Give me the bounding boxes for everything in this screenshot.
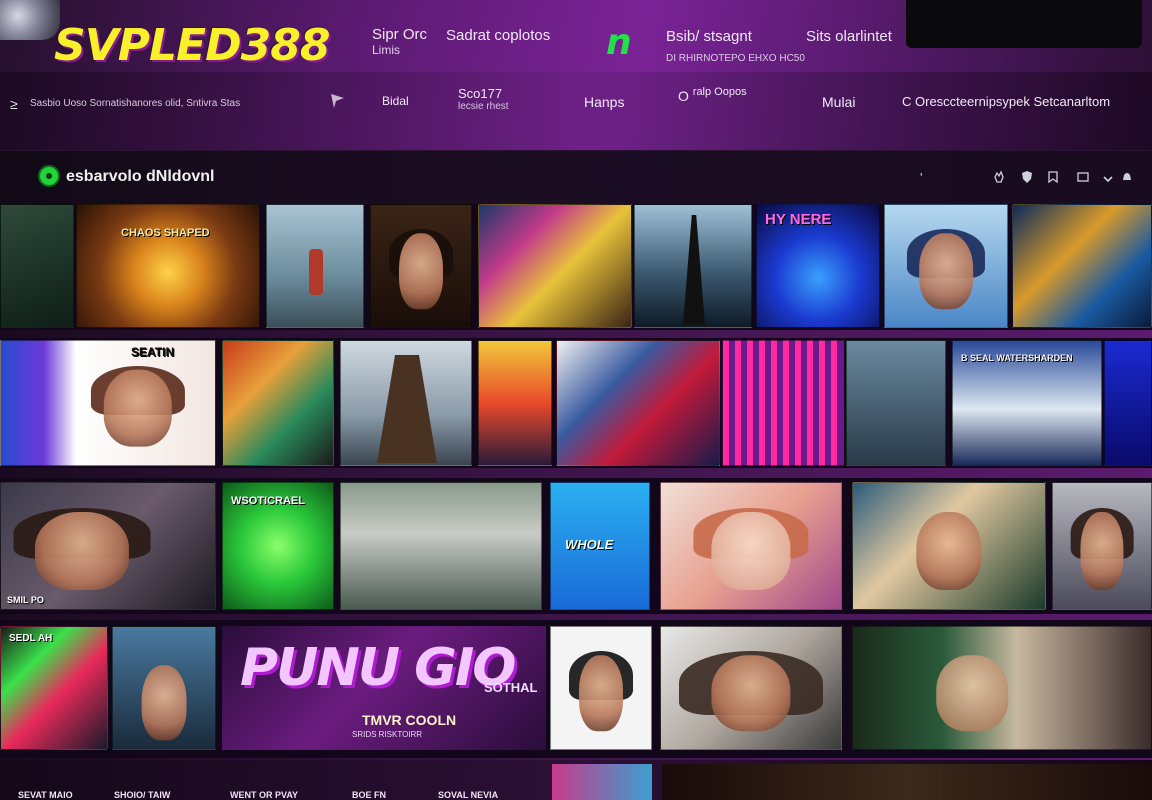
bottom-row <box>0 760 1152 800</box>
content-row-1: CHAOS SHAPED HY NERE <box>0 204 1152 330</box>
card-caption: SMIL PO <box>7 595 44 605</box>
content-row-2: SEATIN B SEAL WATERSHARDEN <box>0 338 1152 468</box>
title-card[interactable] <box>884 204 1008 328</box>
footer-label[interactable]: BOE FN <box>352 790 386 800</box>
title-card[interactable] <box>0 204 74 328</box>
site-logo[interactable]: SVPLED388 <box>54 20 330 71</box>
featured-poster[interactable]: PUNU GIO SOTHAL TMVR COOLN SRIDS RISKTOI… <box>222 626 546 750</box>
account-panel[interactable] <box>906 0 1142 48</box>
title-card[interactable] <box>340 340 472 466</box>
nav-label: Bsib/ stsagnt <box>666 28 752 45</box>
title-card[interactable] <box>660 626 842 750</box>
card-title: SEATIN <box>131 345 175 359</box>
title-card[interactable] <box>1052 482 1152 610</box>
sub-nav-label: O <box>678 88 689 104</box>
card-title: HY NERE <box>765 211 832 228</box>
sub-nav-sub: lecsie rhest <box>458 101 509 112</box>
sub-nav-o[interactable]: O ralp Oopos <box>678 86 747 104</box>
title-card[interactable]: WHOLE <box>550 482 650 610</box>
title-card[interactable]: CHAOS SHAPED <box>76 204 260 328</box>
poster-subtitle: TMVR COOLN <box>362 712 457 728</box>
title-card[interactable] <box>550 626 652 750</box>
footer-label[interactable]: SEVAT MAIO <box>18 790 73 800</box>
title-card[interactable]: SMIL PO <box>0 482 216 610</box>
nav-item-sipr[interactable]: Sipr Orc Limis <box>372 26 427 57</box>
card-title: CHAOS SHAPED <box>121 227 210 239</box>
card-title: SEDL AH <box>9 633 53 644</box>
sub-nav-sco[interactable]: Sco177 lecsie rhest <box>458 86 509 112</box>
shield-icon[interactable] <box>1020 170 1034 184</box>
title-card[interactable] <box>112 626 216 750</box>
title-card[interactable] <box>660 482 842 610</box>
footer-label[interactable]: SOVAL NEVIA <box>438 790 498 800</box>
divider-icon: ' <box>920 170 923 185</box>
content-row-4: SEDL AH <box>0 620 1152 758</box>
title-card[interactable]: B SEAL WATERSHARDEN <box>952 340 1102 466</box>
title-card[interactable] <box>266 204 364 328</box>
card-title: WSOTICRAEL <box>231 495 305 507</box>
share-icon[interactable] <box>1076 170 1090 184</box>
title-card[interactable] <box>370 204 472 328</box>
title-card[interactable] <box>340 482 542 610</box>
poster-side-text: SOTHAL <box>484 680 538 695</box>
card-title: WHOLE <box>565 537 614 552</box>
title-card[interactable] <box>478 204 632 328</box>
streaming-page: SVPLED388 Sipr Orc Limis Sadrat coplotos… <box>0 0 1152 800</box>
sub-nav-mulai[interactable]: Mulai <box>822 94 855 110</box>
title-card[interactable]: HY NERE <box>756 204 880 328</box>
chevron-down-icon[interactable] <box>1102 173 1114 185</box>
title-card[interactable]: WSOTICRAEL <box>222 482 334 610</box>
live-dot-icon <box>38 165 60 187</box>
nav-item-sits[interactable]: Sits olarlintet <box>806 28 892 45</box>
section-title: esbarvolo dNldovnl <box>66 168 215 185</box>
nav-item-sadrat[interactable]: Sadrat coplotos <box>446 27 550 44</box>
sub-nav-sub: ralp Oopos <box>692 86 747 98</box>
title-card[interactable] <box>634 204 752 328</box>
sub-nav-hanps[interactable]: Hanps <box>584 94 624 110</box>
nav-item-bsib[interactable]: Bsib/ stsagnt DI RHIRNOTEPO EHXO HC50 <box>666 28 805 64</box>
poster-title: PUNU GIO <box>240 638 516 698</box>
sub-nav-settings[interactable]: C Oresccteernipsypek Setcanarltom <box>902 94 1110 109</box>
title-card[interactable] <box>222 340 334 466</box>
title-card[interactable] <box>846 340 946 466</box>
poster-tagline: SRIDS RISKTOIRR <box>352 730 423 739</box>
sub-nav-label: Sco177 <box>458 86 503 101</box>
n-brand-icon[interactable]: n <box>606 22 632 63</box>
card-title: B SEAL WATERSHARDEN <box>961 353 1073 363</box>
vr-headset-icon <box>0 0 60 40</box>
bell-icon[interactable] <box>1120 170 1134 184</box>
title-card[interactable] <box>852 626 1152 750</box>
sub-nav-bidal[interactable]: Bidal <box>382 94 409 108</box>
footer-label[interactable]: SHOIO/ TAIW <box>114 790 170 800</box>
nav-sub-label: DI RHIRNOTEPO EHXO HC50 <box>666 53 805 64</box>
title-card[interactable] <box>1012 204 1152 328</box>
content-row-3: SMIL PO WSOTICRAEL WHOLE <box>0 478 1152 614</box>
title-card[interactable] <box>722 340 844 466</box>
title-card[interactable] <box>478 340 552 466</box>
title-card[interactable] <box>852 482 1046 610</box>
title-card[interactable] <box>556 340 720 466</box>
title-card[interactable] <box>1104 340 1152 466</box>
nav-sub-label: Limis <box>372 43 401 57</box>
secondary-nav: Bidal Sco177 lecsie rhest Hanps O ralp O… <box>0 86 1152 116</box>
title-card[interactable]: SEATIN <box>0 340 216 466</box>
hand-icon[interactable] <box>992 170 1006 184</box>
bookmark-icon[interactable] <box>1046 170 1060 184</box>
footer-label[interactable]: WENT OR PVAY <box>230 790 298 800</box>
nav-label: Sipr Orc <box>372 26 428 43</box>
title-card[interactable]: SEDL AH <box>0 626 108 750</box>
